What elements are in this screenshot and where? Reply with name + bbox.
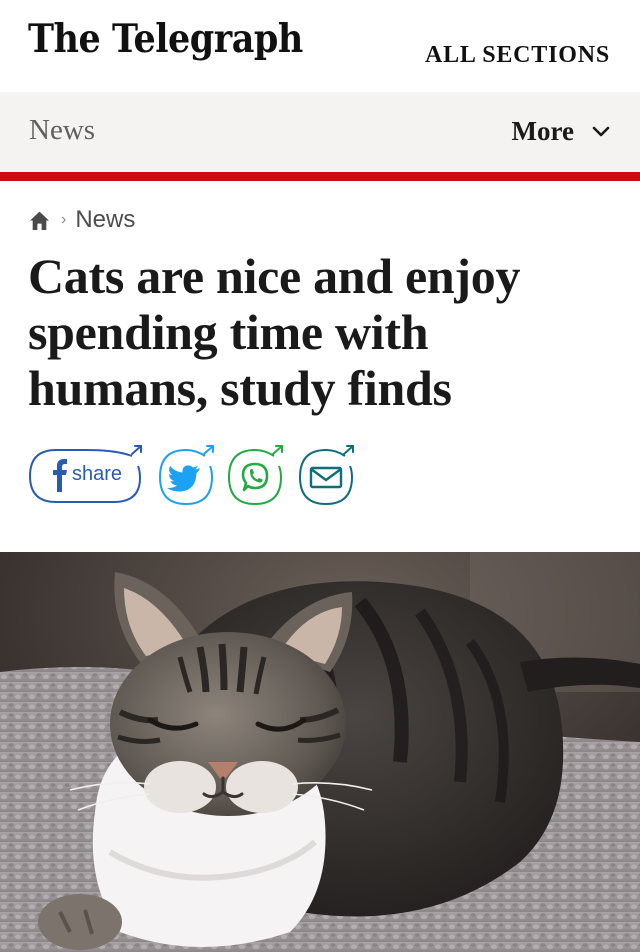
home-icon[interactable] bbox=[29, 210, 50, 231]
share-facebook-label: share bbox=[72, 463, 123, 485]
breadcrumb-separator: › bbox=[61, 211, 67, 228]
section-bar: News More bbox=[0, 92, 640, 172]
share-facebook-button[interactable]: share bbox=[28, 444, 144, 510]
section-divider bbox=[0, 172, 640, 181]
masthead: The Telegraph ALL SECTIONS bbox=[0, 0, 640, 92]
hero-image bbox=[0, 552, 640, 952]
twitter-icon bbox=[158, 445, 214, 506]
all-sections-button[interactable]: ALL SECTIONS bbox=[425, 42, 610, 69]
share-twitter-button[interactable] bbox=[156, 444, 218, 510]
breadcrumb-item-news[interactable]: News bbox=[75, 206, 135, 234]
share-email-button[interactable] bbox=[296, 444, 358, 510]
article-headline: Cats are nice and enjoy spending time wi… bbox=[28, 248, 521, 416]
cat-photo bbox=[0, 552, 640, 952]
chevron-down-icon bbox=[592, 126, 610, 136]
section-link-news[interactable]: News bbox=[29, 114, 95, 147]
whatsapp-icon bbox=[227, 445, 283, 506]
more-label: More bbox=[511, 116, 574, 146]
breadcrumb: › News bbox=[29, 205, 135, 235]
more-menu-button[interactable]: More bbox=[512, 116, 610, 147]
email-icon bbox=[298, 445, 354, 506]
share-whatsapp-button[interactable] bbox=[225, 444, 287, 510]
share-bar: share bbox=[28, 444, 368, 510]
telegraph-logo[interactable]: The Telegraph bbox=[28, 16, 303, 62]
